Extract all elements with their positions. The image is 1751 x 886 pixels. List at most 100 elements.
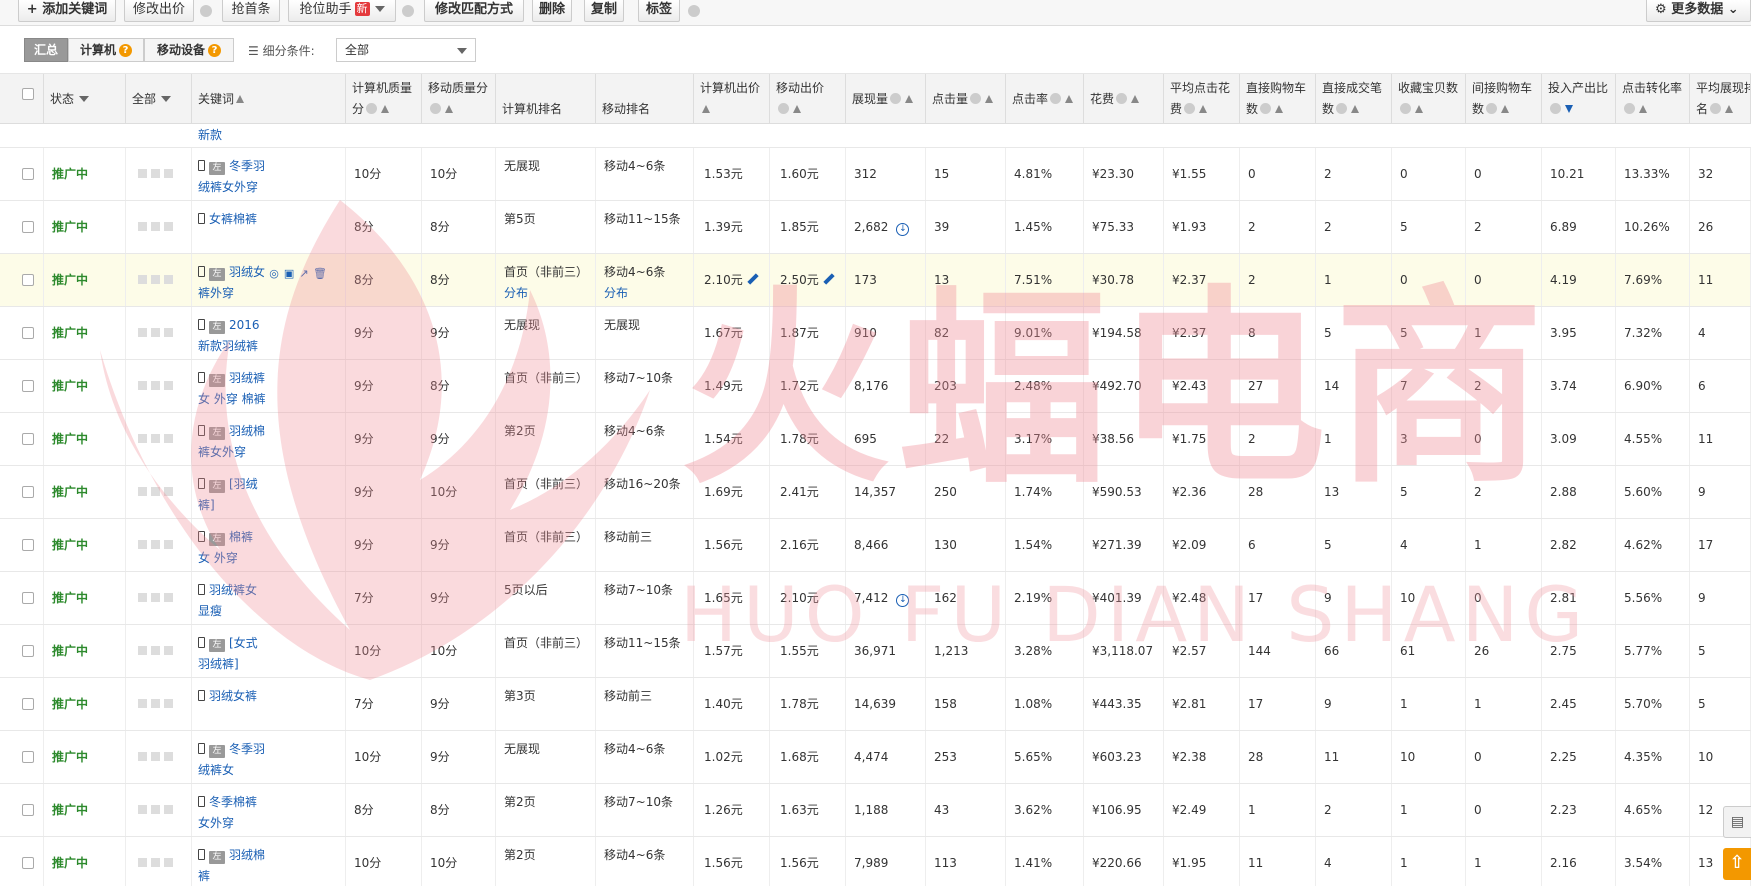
keyword-link-line2[interactable]: 女 外穿: [198, 548, 339, 569]
sub-condition-select[interactable]: 全部: [336, 38, 476, 62]
keyword-link-line2[interactable]: 显瘦: [198, 601, 339, 622]
keyword-link[interactable]: [羽绒: [229, 477, 258, 491]
keyword-link[interactable]: 羽绒女裤: [209, 689, 257, 703]
help-icon[interactable]: ?: [208, 44, 221, 57]
pcb-cell[interactable]: 1.57元: [694, 625, 770, 677]
distribution-link[interactable]: 分布: [604, 283, 685, 304]
pcb-cell[interactable]: 1.56元: [694, 519, 770, 571]
row-checkbox[interactable]: [22, 592, 34, 604]
grab-first-button[interactable]: 抢首条: [222, 0, 280, 22]
pcb-cell[interactable]: 1.65元: [694, 572, 770, 624]
row-checkbox[interactable]: [22, 804, 34, 816]
keyword-link-line2[interactable]: 女 外穿 棉裤: [198, 389, 339, 410]
download-circle-icon[interactable]: ↓: [896, 594, 910, 607]
help-icon[interactable]: ?: [119, 44, 132, 57]
pencil-icon[interactable]: [747, 273, 759, 285]
keyword-link-line2[interactable]: 裤外穿: [198, 283, 339, 304]
column-avg-rank[interactable]: 平均展现排名: [1690, 74, 1751, 124]
printer-icon[interactable]: ▤: [1723, 806, 1751, 838]
delete-button[interactable]: 删除: [532, 0, 572, 22]
keyword-link-line2[interactable]: 绒裤女: [198, 760, 339, 781]
add-keyword-button[interactable]: + 添加关键词: [18, 0, 116, 22]
column-pc-bid[interactable]: 计算机出价: [694, 74, 770, 124]
column-impressions[interactable]: 展现量: [846, 74, 926, 124]
column-fav-items[interactable]: 收藏宝贝数: [1392, 74, 1466, 124]
keyword-link-line2[interactable]: 绒裤女外穿: [198, 177, 339, 198]
keyword-link-line2[interactable]: 女外穿: [198, 813, 339, 834]
column-clicks[interactable]: 点击量: [926, 74, 1006, 124]
more-data-button[interactable]: ⚙ 更多数据 ⌄: [1646, 0, 1751, 22]
keyword-link[interactable]: 羽绒棉: [229, 424, 265, 438]
mb-cell[interactable]: 2.41元: [770, 466, 846, 518]
row-checkbox[interactable]: [22, 168, 34, 180]
tab-summary[interactable]: 汇总: [24, 38, 68, 62]
pcb-cell[interactable]: 1.67元: [694, 307, 770, 359]
mb-cell[interactable]: 1.63元: [770, 784, 846, 836]
row-checkbox[interactable]: [22, 539, 34, 551]
row-checkbox[interactable]: [22, 221, 34, 233]
modify-match-button[interactable]: 修改匹配方式: [424, 0, 524, 22]
pcb-cell[interactable]: 1.02元: [694, 731, 770, 783]
keyword-link-line2[interactable]: 羽绒裤]: [198, 654, 339, 675]
row-checkbox[interactable]: [22, 486, 34, 498]
keyword-link[interactable]: 羽绒女: [229, 265, 265, 279]
scroll-top-button[interactable]: ⇧: [1723, 848, 1751, 880]
pcb-cell[interactable]: 1.26元: [694, 784, 770, 836]
modify-bid-button[interactable]: 修改出价: [124, 0, 194, 22]
row-checkbox[interactable]: [22, 380, 34, 392]
pcb-cell[interactable]: 1.69元: [694, 466, 770, 518]
row-checkbox[interactable]: [22, 327, 34, 339]
mb-cell[interactable]: 1.68元: [770, 731, 846, 783]
column-ctr[interactable]: 点击率: [1006, 74, 1084, 124]
mb-cell[interactable]: 2.16元: [770, 519, 846, 571]
mb-cell[interactable]: 1.78元: [770, 413, 846, 465]
column-cost[interactable]: 花费: [1084, 74, 1164, 124]
column-roi[interactable]: 投入产出比: [1542, 74, 1616, 124]
keyword-link-line2[interactable]: 新款羽绒裤: [198, 336, 339, 357]
distribution-link[interactable]: 分布: [504, 283, 587, 304]
tag-button[interactable]: 标签: [638, 0, 680, 22]
column-cvr[interactable]: 点击转化率: [1616, 74, 1690, 124]
keyword-link[interactable]: 羽绒棉: [229, 848, 265, 862]
mb-cell[interactable]: 1.56元: [770, 837, 846, 886]
keyword-link[interactable]: 冬季棉裤: [209, 795, 257, 809]
keyword-link[interactable]: 冬季羽: [229, 742, 265, 756]
tab-mobile[interactable]: 移动设备?: [144, 38, 234, 62]
keyword-link[interactable]: 羽绒裤女: [209, 583, 257, 597]
rank-helper-button[interactable]: 抢位助手新: [288, 0, 396, 22]
column-direct-cart[interactable]: 直接购物车数: [1240, 74, 1316, 124]
pcb-cell[interactable]: 1.53元: [694, 148, 770, 200]
mb-cell[interactable]: 1.60元: [770, 148, 846, 200]
keyword-link-line2[interactable]: 裤女外穿: [198, 442, 339, 463]
pcb-cell[interactable]: 1.40元: [694, 678, 770, 730]
keyword-link[interactable]: [女式: [229, 636, 258, 650]
tab-computer[interactable]: 计算机?: [68, 38, 144, 62]
mb-cell[interactable]: 1.87元: [770, 307, 846, 359]
column-all[interactable]: 全部: [126, 74, 192, 124]
row-checkbox[interactable]: [22, 698, 34, 710]
mb-cell[interactable]: 1.78元: [770, 678, 846, 730]
pcb-cell[interactable]: 1.56元: [694, 837, 770, 886]
select-all-checkbox[interactable]: [22, 88, 34, 100]
row-checkbox[interactable]: [22, 274, 34, 286]
column-mobile-quality[interactable]: 移动质量分: [422, 74, 496, 124]
pcb-cell[interactable]: 1.54元: [694, 413, 770, 465]
mb-cell[interactable]: 1.72元: [770, 360, 846, 412]
pcb-cell[interactable]: 1.49元: [694, 360, 770, 412]
target-icon[interactable]: ◎: [268, 268, 280, 280]
keyword-link[interactable]: 棉裤: [229, 530, 253, 544]
trend-chart-icon[interactable]: ↗: [298, 268, 310, 280]
mb-cell[interactable]: 2.10元: [770, 572, 846, 624]
copy-icon[interactable]: ▣: [283, 268, 295, 280]
pcb-cell[interactable]: 1.39元: [694, 201, 770, 253]
pencil-icon[interactable]: [823, 273, 835, 285]
keyword-link[interactable]: 2016: [229, 318, 260, 332]
column-status[interactable]: 状态: [44, 74, 126, 124]
trash-icon[interactable]: 🗑: [313, 268, 327, 280]
keyword-link[interactable]: 冬季羽: [229, 159, 265, 173]
mb-cell[interactable]: 1.85元: [770, 201, 846, 253]
mb-cell[interactable]: 2.50元: [770, 254, 846, 306]
download-circle-icon[interactable]: ↓: [896, 223, 910, 236]
row-checkbox[interactable]: [22, 751, 34, 763]
row-checkbox[interactable]: [22, 857, 34, 869]
